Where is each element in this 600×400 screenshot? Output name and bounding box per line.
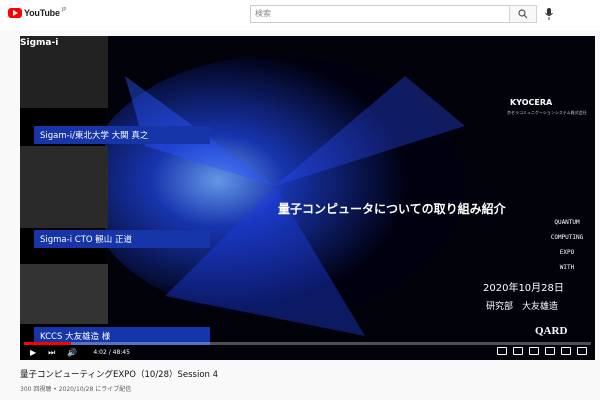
search-button[interactable] [509,5,537,23]
autoplay-toggle-icon[interactable] [497,347,507,355]
webcam-feed-2 [20,146,108,228]
slide-presenter: 研究部 大友雄造 [486,302,559,312]
right-controls [497,347,587,355]
search-icon [518,9,528,19]
qard-logo: QARD [535,325,568,337]
video-meta: 300 回視聴 • 2020/10/28 にライブ配信 [20,386,132,393]
speaker-nameplate-2: Sigma-i CTO 観山 正道 [34,230,210,248]
search-placeholder: 検索 [255,9,271,18]
kyocera-subtitle: 京セラコミュニケーションシステム株式会社 [507,110,587,115]
miniplayer-icon[interactable] [545,347,555,355]
video-title: 量子コンピューティングEXPO（10/28）Session 4 [20,370,219,380]
event-word: EXPO [559,249,575,256]
webcam-feed-1: Sigma-i [20,36,108,108]
fullscreen-icon[interactable] [577,347,587,355]
logo-region: JP [61,7,67,13]
event-wordmark: QUANTUM COMPUTING EXPO WITH [542,215,592,275]
sigma-logo: Sigma-i [20,38,59,48]
player-controls: ▶ ⏭ 🔊 4:02 / 48:45 [20,345,595,360]
slide-title: 量子コンピュータについての取り組み紹介 [278,202,506,216]
kyocera-logo: KYOCERA [510,98,553,107]
time-display: 4:02 / 48:45 [93,349,130,356]
logo-text: YouTube [24,8,60,18]
next-icon[interactable]: ⏭ [48,348,55,358]
speaker-nameplate-1: Sigam-i/東北大学 大関 真之 [34,126,210,144]
search-input[interactable]: 検索 [250,5,510,23]
play-logo-icon [8,8,22,18]
event-word: WITH [559,264,575,271]
play-icon[interactable]: ▶ [30,348,36,357]
youtube-logo[interactable]: YouTube JP [8,7,67,18]
settings-icon[interactable] [529,347,539,355]
event-word: QUANTUM [554,219,580,226]
video-player[interactable]: Sigma-i Sigam-i/東北大学 大関 真之 Sigma-i CTO 観… [20,36,595,360]
webcam-feed-3 [20,264,108,324]
event-word: COMPUTING [550,234,584,241]
subtitles-icon[interactable] [513,347,523,355]
volume-icon[interactable]: 🔊 [67,348,77,357]
theater-mode-icon[interactable] [561,347,571,355]
microphone-icon[interactable] [545,8,553,20]
top-bar: YouTube JP 検索 [0,0,600,30]
slide-date: 2020年10月28日 [483,283,564,294]
